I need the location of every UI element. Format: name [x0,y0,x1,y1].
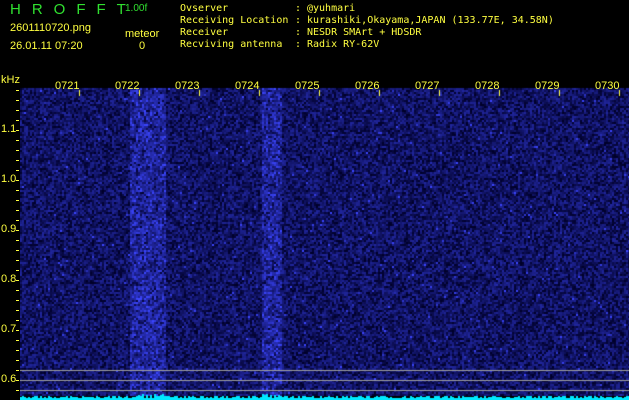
freq-tick-label: 0.9 [1,223,17,235]
freq-minor-tick [16,100,19,101]
freq-minor-tick [16,180,19,181]
freq-minor-tick [16,290,19,291]
freq-minor-tick [16,140,19,141]
time-tick-label: 0727 [415,80,440,92]
app-logo: HROFFT [10,1,137,18]
freq-minor-tick [16,120,19,121]
freq-minor-tick [16,280,19,281]
datetime: 26.01.11 07:20 [10,40,83,52]
info-sep: : [295,15,302,26]
freq-minor-tick [16,220,19,221]
freq-minor-tick [16,150,19,151]
info-sep: : [295,39,302,50]
info-label: Ovserver [180,3,229,14]
freq-tick-label: 0.7 [1,323,17,335]
freq-minor-tick [16,230,19,231]
info-sep: : [295,3,302,14]
time-tick-label: 0722 [115,80,140,92]
info-label: Recviving antenna [180,39,283,50]
info-value: Radix RY-62V [307,39,380,50]
freq-tick-label: 0.6 [1,373,17,385]
freq-minor-tick [16,300,19,301]
freq-tick-label: 1.0 [1,173,17,185]
freq-minor-tick [16,170,19,171]
freq-minor-tick [16,310,19,311]
time-tick-label: 0729 [535,80,560,92]
freq-minor-tick [16,200,19,201]
freq-tick-label: 0.8 [1,273,17,285]
time-tick-label: 0730 [595,80,620,92]
info-value: @yuhmari [307,3,356,14]
time-tick-label: 0723 [175,80,200,92]
time-tick-label: 0728 [475,80,500,92]
freq-minor-tick [16,240,19,241]
freq-minor-tick [16,130,19,131]
freq-minor-tick [16,250,19,251]
freq-minor-tick [16,390,19,391]
time-tick-label: 0724 [235,80,260,92]
freq-minor-tick [16,360,19,361]
freq-minor-tick [16,90,19,91]
freq-minor-tick [16,260,19,261]
freq-minor-tick [16,350,19,351]
freq-minor-tick [16,330,19,331]
info-label: Receiver [180,27,229,38]
meteor-label: meteor [125,28,160,40]
version: 1.00f [125,3,148,14]
freq-minor-tick [16,190,19,191]
info-label: Receiving Location [180,15,289,26]
time-tick-label: 0721 [55,80,80,92]
info-value: kurashiki,Okayama,JAPAN (133.77E, 34.58N… [307,15,554,26]
freq-tick-label: 1.1 [1,123,17,135]
filename: 2601110720.png [10,22,91,34]
freq-minor-tick [16,380,19,381]
info-sep: : [295,27,302,38]
spectrogram [20,80,629,400]
freq-minor-tick [16,320,19,321]
freq-minor-tick [16,370,19,371]
freq-minor-tick [16,340,19,341]
meteor-count: 0 [139,40,146,52]
time-tick-label: 0725 [295,80,320,92]
freq-minor-tick [16,110,19,111]
freq-minor-tick [16,270,19,271]
time-tick-label: 0726 [355,80,380,92]
freq-minor-tick [16,210,19,211]
freq-minor-tick [16,160,19,161]
info-value: NESDR SMArt + HDSDR [307,27,422,38]
freq-unit: kHz [1,74,20,86]
